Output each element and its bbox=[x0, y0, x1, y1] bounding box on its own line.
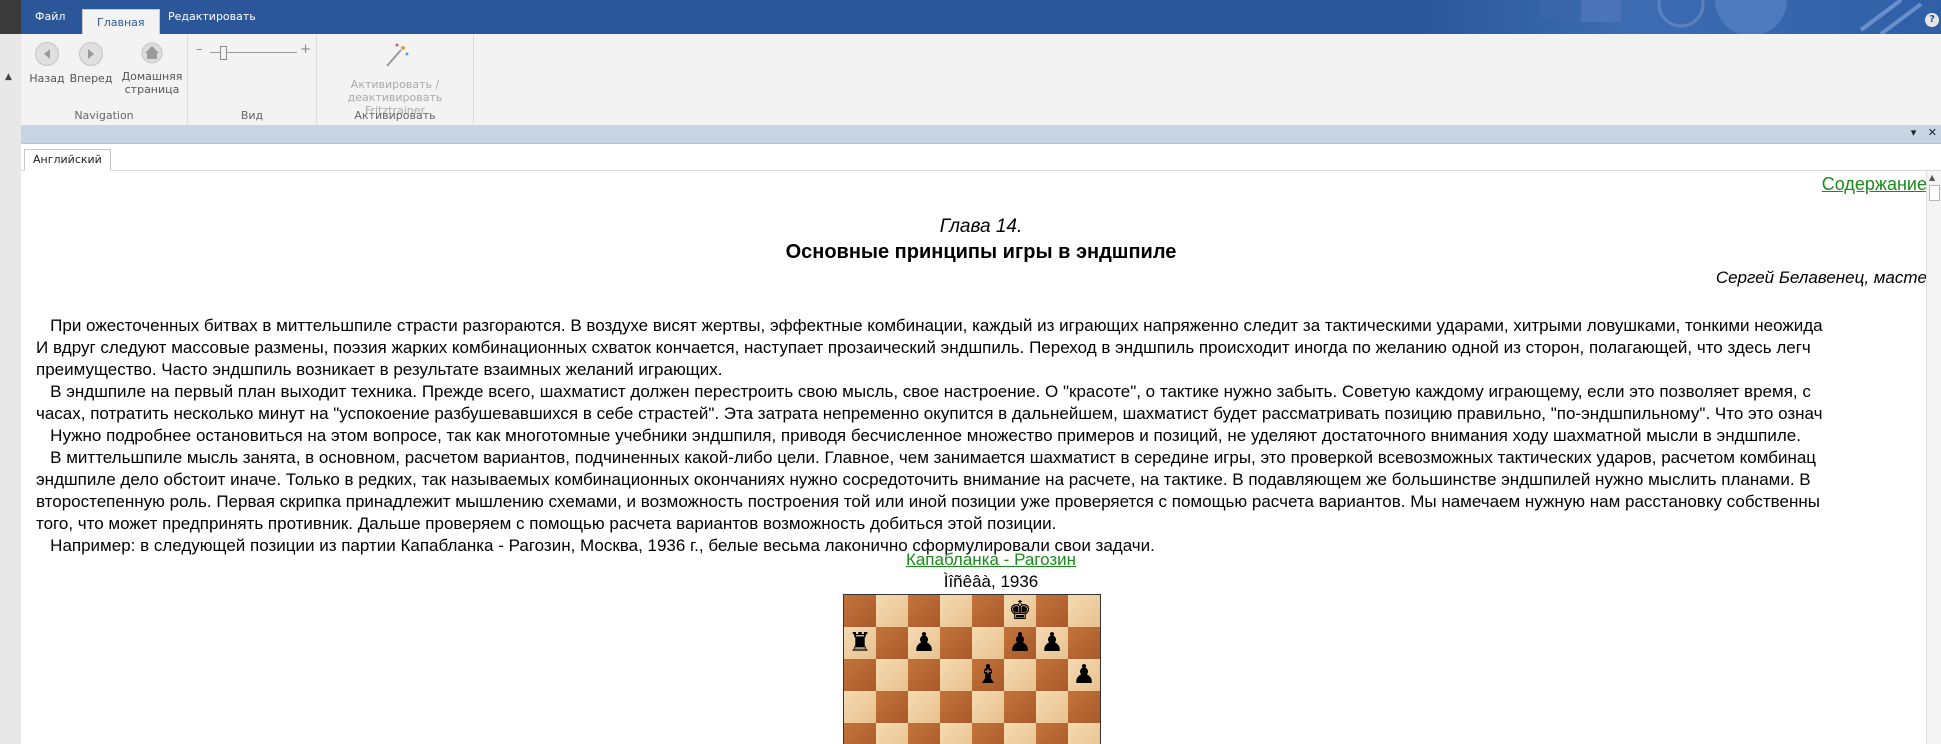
board-square-a4[interactable] bbox=[844, 723, 876, 744]
menu-home[interactable]: Главная bbox=[82, 9, 160, 34]
help-icon[interactable]: ? bbox=[1925, 13, 1939, 27]
back-button[interactable]: Назад bbox=[27, 42, 67, 85]
black-king-icon[interactable]: ♚ bbox=[1004, 595, 1036, 627]
paragraph-line: Нужно подробнее остановиться на этом воп… bbox=[36, 426, 1801, 445]
left-dock-top bbox=[0, 0, 21, 34]
menu-file[interactable]: Файл bbox=[35, 10, 65, 23]
ribbon: Назад Вперед Домашняя страница Navigatio… bbox=[21, 34, 1941, 126]
fritztrainer-label-line1: Активировать / bbox=[350, 78, 440, 91]
tab-english[interactable]: Английский bbox=[24, 149, 111, 171]
back-arrow-icon bbox=[35, 42, 59, 66]
black-rook-icon[interactable]: ♜ bbox=[844, 627, 876, 659]
ribbon-group-view: – + Вид bbox=[188, 34, 317, 125]
board-square-g5[interactable] bbox=[1036, 691, 1068, 723]
board-square-e5[interactable] bbox=[972, 691, 1004, 723]
board-square-d6[interactable] bbox=[940, 659, 972, 691]
board-square-d7[interactable] bbox=[940, 627, 972, 659]
board-square-b5[interactable] bbox=[876, 691, 908, 723]
panel-controls: ▾ ✕ bbox=[1911, 126, 1937, 139]
board-square-a8[interactable] bbox=[844, 595, 876, 627]
board-square-d4[interactable] bbox=[940, 723, 972, 744]
home-page-button[interactable]: Домашняя страница bbox=[121, 42, 183, 96]
language-tab-bar: Английский bbox=[21, 144, 1941, 171]
board-square-c8[interactable] bbox=[908, 595, 940, 627]
paragraph-line: преимущество. Часто эндшпиль возникает в… bbox=[36, 360, 723, 379]
black-pawn-f7-icon[interactable]: ♟ bbox=[1004, 627, 1036, 659]
dock-collapse-icon[interactable]: ▲ bbox=[5, 72, 12, 82]
zoom-in-icon[interactable]: + bbox=[300, 42, 311, 57]
board-square-b6[interactable] bbox=[876, 659, 908, 691]
scroll-up-icon[interactable]: ▲ bbox=[1929, 173, 1935, 182]
vertical-scrollbar[interactable]: ▲ bbox=[1926, 171, 1941, 744]
chess-board[interactable]: ♚ ♜ ♟ ♟ ♟ ♝ ♟ bbox=[843, 594, 1101, 744]
paragraph-line: второстепенную роль. Первая скрипка прин… bbox=[36, 492, 1820, 511]
board-square-g4[interactable] bbox=[1036, 723, 1068, 744]
chapter-title: Основные принципы игры в эндшпиле bbox=[785, 241, 1177, 263]
board-square-h8[interactable] bbox=[1068, 595, 1100, 627]
board-square-g6[interactable] bbox=[1036, 659, 1068, 691]
board-square-e7[interactable] bbox=[972, 627, 1004, 659]
board-square-d5[interactable] bbox=[940, 691, 972, 723]
board-square-h5[interactable] bbox=[1068, 691, 1100, 723]
left-dock-strip: ▲ bbox=[0, 0, 22, 744]
board-square-b8[interactable] bbox=[876, 595, 908, 627]
black-pawn-h6-icon[interactable]: ♟ bbox=[1068, 659, 1100, 691]
paragraph-line: часах, потратить несколько минут на "усп… bbox=[36, 404, 1823, 423]
title-bar-decoration bbox=[1421, 0, 1941, 34]
author-name: Сергей Белавенец, масте bbox=[1715, 268, 1927, 287]
board-square-h7[interactable] bbox=[1068, 627, 1100, 659]
board-square-e8[interactable] bbox=[972, 595, 1004, 627]
board-square-f5[interactable] bbox=[1004, 691, 1036, 723]
magic-wand-icon[interactable] bbox=[317, 42, 473, 68]
ribbon-group-navigation: Назад Вперед Домашняя страница Navigatio… bbox=[21, 34, 188, 125]
home-label-line1: Домашняя bbox=[121, 70, 183, 83]
ribbon-group-activate: Активировать / деактивировать Fritztrain… bbox=[317, 34, 474, 125]
paragraph-line: При ожесточенных битвах в миттельшпиле с… bbox=[36, 316, 1823, 335]
activate-group-label: Активировать bbox=[354, 109, 436, 122]
panel-close-icon[interactable]: ✕ bbox=[1928, 126, 1937, 139]
board-square-d8[interactable] bbox=[940, 595, 972, 627]
paragraph-line: В эндшпиле на первый план выходит техник… bbox=[36, 382, 1811, 401]
forward-button[interactable]: Вперед bbox=[68, 42, 114, 85]
paragraph-line: того, что может предпринять противник. Д… bbox=[36, 514, 1057, 533]
document-view: Содержание Глава 14. Основные принципы и… bbox=[21, 171, 1941, 744]
black-pawn-c7-icon[interactable]: ♟ bbox=[908, 627, 940, 659]
zoom-thumb[interactable] bbox=[220, 46, 228, 60]
back-label: Назад bbox=[29, 72, 65, 85]
paragraph-line: В миттельшпиле мысль занята, в основном,… bbox=[36, 448, 1817, 467]
black-pawn-g7-icon[interactable]: ♟ bbox=[1036, 627, 1068, 659]
game-place-year: Ìîñêâà, 1936 bbox=[943, 572, 1039, 591]
board-square-c5[interactable] bbox=[908, 691, 940, 723]
panel-dropdown-icon[interactable]: ▾ bbox=[1911, 126, 1917, 139]
game-link[interactable]: Капабланка - Рагозин bbox=[21, 550, 1941, 570]
board-square-f4[interactable] bbox=[1004, 723, 1036, 744]
board-square-f6[interactable] bbox=[1004, 659, 1036, 691]
title-bar: Файл Главная Редактировать ? bbox=[21, 0, 1941, 34]
board-square-a6[interactable] bbox=[844, 659, 876, 691]
paragraph-line: И вдруг следуют массовые размены, поэзия… bbox=[36, 338, 1811, 357]
zoom-slider[interactable]: – + bbox=[196, 42, 311, 60]
board-square-c4[interactable] bbox=[908, 723, 940, 744]
board-square-b4[interactable] bbox=[876, 723, 908, 744]
table-of-contents-link[interactable]: Содержание bbox=[1822, 174, 1927, 195]
board-square-e4[interactable] bbox=[972, 723, 1004, 744]
black-bishop-icon[interactable]: ♝ bbox=[972, 659, 1004, 691]
menu-edit[interactable]: Редактировать bbox=[168, 10, 256, 23]
navigation-group-label: Navigation bbox=[74, 109, 134, 122]
paragraph-line: эндшпиле дело обстоит иначе. Только в ре… bbox=[36, 470, 1811, 489]
board-square-c6[interactable] bbox=[908, 659, 940, 691]
view-group-label: Вид bbox=[240, 109, 264, 122]
forward-arrow-icon bbox=[79, 42, 103, 66]
board-square-b7[interactable] bbox=[876, 627, 908, 659]
home-label-line2: страница bbox=[124, 83, 180, 96]
home-icon bbox=[141, 42, 163, 64]
chapter-number: Глава 14. bbox=[939, 216, 1023, 237]
board-square-h4[interactable] bbox=[1068, 723, 1100, 744]
scroll-thumb[interactable] bbox=[1929, 185, 1940, 201]
panel-header: ▾ ✕ bbox=[21, 126, 1941, 144]
board-square-a5[interactable] bbox=[844, 691, 876, 723]
zoom-out-icon[interactable]: – bbox=[196, 42, 203, 57]
board-square-g8[interactable] bbox=[1036, 595, 1068, 627]
forward-label: Вперед bbox=[69, 72, 113, 85]
